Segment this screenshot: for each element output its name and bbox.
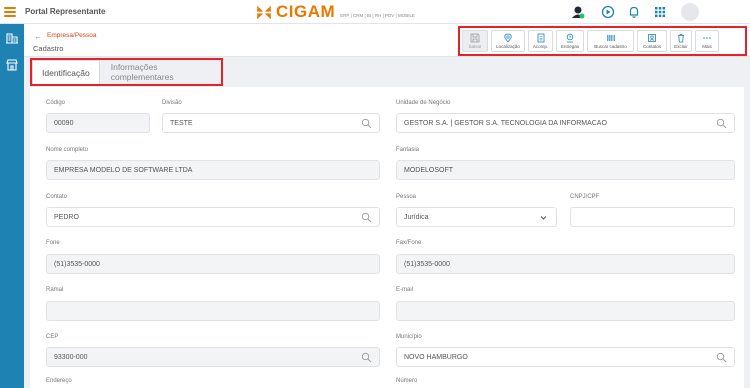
tab-informacoes-complementares[interactable]: Informações complementares <box>100 60 221 84</box>
document-icon <box>537 33 544 43</box>
cnpj-field[interactable] <box>570 207 735 227</box>
fax-field[interactable]: (51)3535-0000 <box>396 254 735 274</box>
play-circle-icon[interactable] <box>601 5 615 19</box>
barcode-icon <box>606 35 615 41</box>
action-toolbar: Salvar Localização Acomp. Entregas Busca… <box>458 26 747 56</box>
search-icon[interactable] <box>361 212 372 223</box>
fax-label: Fax/Fone <box>396 240 422 246</box>
endereco-label: Endereço <box>46 378 72 384</box>
delivery-icon <box>566 33 574 43</box>
pessoa-select[interactable]: Jurídica <box>396 207 557 227</box>
save-button[interactable]: Salvar <box>462 30 488 52</box>
follow-up-button[interactable]: Acomp. <box>528 30 553 52</box>
ramal-field[interactable] <box>46 301 380 321</box>
app-title: Portal Representante <box>25 7 106 16</box>
fantasia-field[interactable]: MODELOSOFT <box>396 160 735 180</box>
contato-value: PEDRO <box>54 213 79 221</box>
delete-button[interactable]: Excluir <box>670 30 692 52</box>
search-icon[interactable] <box>716 352 727 363</box>
search-icon[interactable] <box>361 118 372 129</box>
municipio-field[interactable]: NOVO HAMBURGO <box>396 347 735 367</box>
pessoa-value: Jurídica <box>404 213 429 221</box>
form-panel: Código 00090 Divisão TESTE Unidade de Ne… <box>30 87 744 388</box>
apps-grid-icon[interactable] <box>653 5 667 19</box>
cigam-logo-mark-icon <box>257 5 271 19</box>
divisao-value: TESTE <box>170 119 193 127</box>
ramal-label: Ramal <box>46 287 64 293</box>
save-icon <box>470 33 480 43</box>
municipio-value: NOVO HAMBURGO <box>404 353 468 361</box>
page-header: ← Empresa/Pessoa Cadastro Salvar Localiz… <box>24 24 750 57</box>
map-pin-icon <box>504 33 512 43</box>
tab-bar: Identificação Informações complementares <box>30 58 223 86</box>
email-label: E-mail <box>396 287 414 293</box>
user-status-icon[interactable] <box>571 5 585 19</box>
search-icon[interactable] <box>361 352 372 363</box>
fone-field[interactable]: (51)3535-0000 <box>46 254 380 274</box>
unidade-field[interactable]: GESTOR S.A. | GESTOR S.A. TECNOLOGIA DA … <box>396 113 735 133</box>
unidade-label: Unidade de Negócio <box>396 100 451 106</box>
unidade-value: GESTOR S.A. | GESTOR S.A. TECNOLOGIA DA … <box>404 119 607 127</box>
codigo-label: Código <box>46 100 66 106</box>
more-icon <box>703 37 711 39</box>
back-arrow-icon[interactable]: ← <box>34 32 42 41</box>
cep-value: 93300-000 <box>54 353 88 361</box>
top-bar: Portal Representante CIGAM ERP | CRM | B… <box>0 0 750 24</box>
contact-icon <box>648 34 656 42</box>
building-icon[interactable] <box>5 31 19 45</box>
fantasia-label: Fantasia <box>396 147 420 153</box>
logo-subtitle: ERP | CRM | BI | RH | PDV | MOBILE <box>340 12 415 18</box>
fone-label: Fone <box>46 240 60 246</box>
numero-label: Número <box>396 378 418 384</box>
deliveries-button[interactable]: Entregas <box>556 30 584 52</box>
contacts-button[interactable]: Contatos <box>637 30 667 52</box>
nome-field[interactable]: EMPRESA MODELO DE SOFTWARE LTDA <box>46 160 380 180</box>
hamburger-menu-icon[interactable] <box>4 5 16 19</box>
store-icon[interactable] <box>5 58 19 72</box>
cep-field[interactable]: 93300-000 <box>46 347 380 367</box>
cep-label: CEP <box>46 334 59 340</box>
divisao-label: Divisão <box>162 100 182 106</box>
contato-field[interactable]: PEDRO <box>46 207 380 227</box>
cigam-logo: CIGAM ERP | CRM | BI | RH | PDV | MOBILE <box>255 2 415 21</box>
codigo-field[interactable]: 00090 <box>46 113 150 133</box>
search-registry-button[interactable]: Buscar cadastro <box>587 30 634 52</box>
sidebar <box>0 24 24 388</box>
bell-icon[interactable] <box>627 5 641 19</box>
pessoa-label: Pessoa <box>396 194 417 200</box>
trash-icon <box>678 34 684 43</box>
cnpj-label: CNPJ/CPF <box>570 194 600 200</box>
logo-text: CIGAM <box>276 2 336 21</box>
email-field[interactable] <box>396 301 735 321</box>
search-icon[interactable] <box>716 118 727 129</box>
breadcrumb[interactable]: Empresa/Pessoa <box>47 32 97 39</box>
municipio-label: Município <box>396 334 422 340</box>
location-button[interactable]: Localização <box>491 30 525 52</box>
tab-identificacao[interactable]: Identificação <box>32 60 100 84</box>
nome-label: Nome completo <box>46 147 89 153</box>
chevron-down-icon <box>540 216 547 220</box>
divisao-field[interactable]: TESTE <box>162 113 380 133</box>
avatar[interactable] <box>681 3 699 21</box>
page-title: Cadastro <box>33 44 64 53</box>
more-button[interactable]: Mais <box>695 30 719 52</box>
contato-label: Contato <box>46 194 68 200</box>
